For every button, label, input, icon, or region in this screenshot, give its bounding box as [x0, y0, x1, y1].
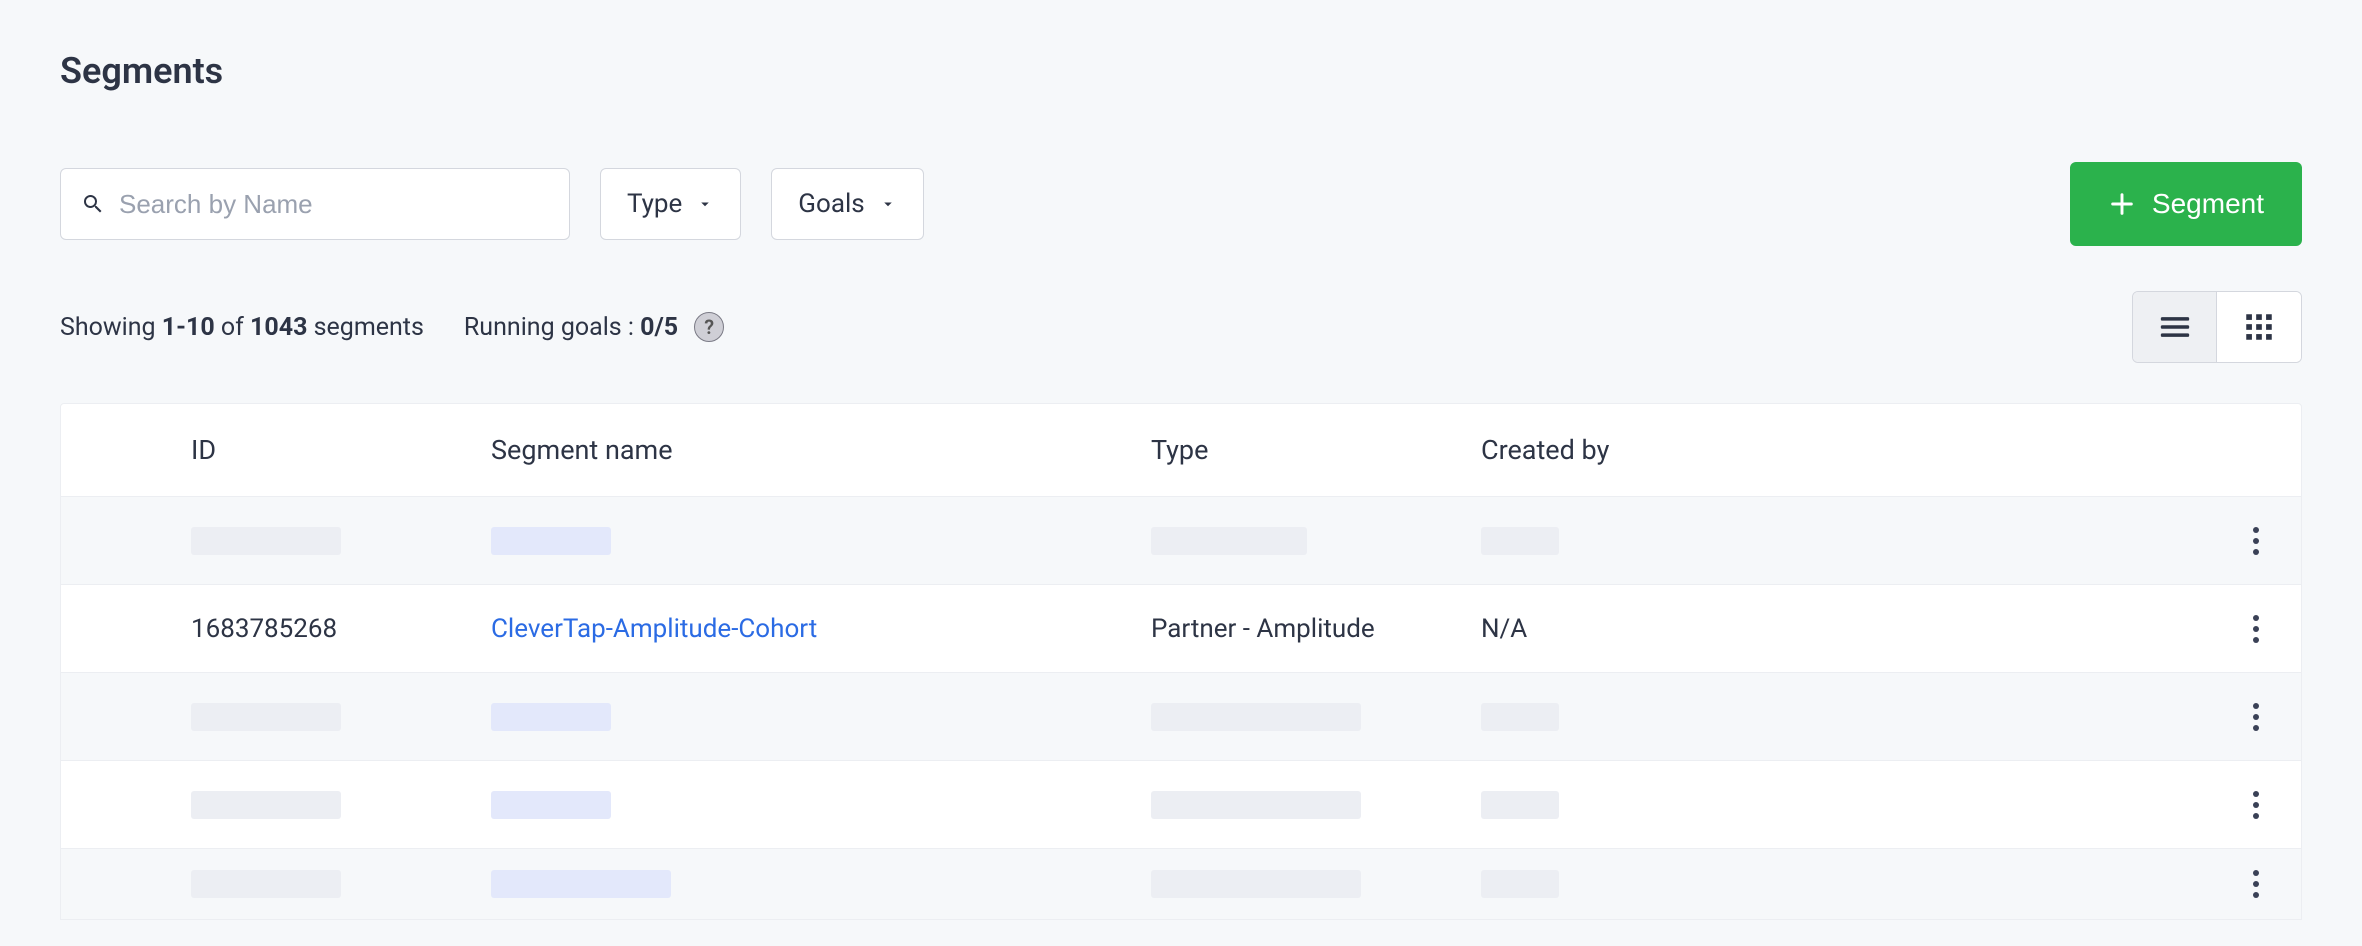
redacted-id: [191, 527, 341, 555]
type-filter-label: Type: [627, 189, 682, 219]
showing-range: 1-10: [162, 313, 215, 342]
th-created-by: Created by: [1481, 434, 2041, 466]
redacted-name: [491, 870, 671, 898]
segments-table: ID Segment name Type Created by 16837852…: [60, 403, 2302, 920]
grid-view-button[interactable]: [2217, 292, 2301, 362]
help-icon[interactable]: ?: [694, 312, 724, 342]
view-toggle: [2132, 291, 2302, 363]
row-actions-button[interactable]: [2211, 673, 2301, 760]
more-vertical-icon: [2252, 614, 2260, 644]
segment-name-link[interactable]: CleverTap-Amplitude-Cohort: [491, 614, 1151, 644]
running-goals-status: Running goals : 0/5 ?: [464, 312, 724, 342]
showing-suffix: segments: [307, 313, 423, 342]
redacted-id: [191, 870, 341, 898]
table-row: [61, 673, 2301, 761]
type-filter-dropdown[interactable]: Type: [600, 168, 741, 240]
more-vertical-icon: [2252, 790, 2260, 820]
th-id: ID: [61, 434, 491, 466]
showing-prefix: Showing: [60, 313, 162, 342]
th-segment-name: Segment name: [491, 434, 1151, 466]
table-row: 1683785268 CleverTap-Amplitude-Cohort Pa…: [61, 585, 2301, 673]
add-segment-button[interactable]: Segment: [2070, 162, 2302, 246]
showing-count: Showing 1-10 of 1043 segments: [60, 313, 424, 342]
redacted-id: [191, 703, 341, 731]
plus-icon: [2108, 190, 2136, 218]
row-actions-button[interactable]: [2211, 761, 2301, 848]
th-type: Type: [1151, 434, 1481, 466]
showing-total: 1043: [250, 313, 307, 342]
more-vertical-icon: [2252, 526, 2260, 556]
redacted-name: [491, 791, 611, 819]
table-row: [61, 761, 2301, 849]
search-wrap[interactable]: [60, 168, 570, 240]
redacted-created-by: [1481, 703, 1559, 731]
goals-filter-dropdown[interactable]: Goals: [771, 168, 923, 240]
td-type: Partner - Amplitude: [1151, 614, 1481, 644]
redacted-type: [1151, 527, 1307, 555]
grid-icon: [2242, 310, 2276, 344]
chevron-down-icon: [879, 195, 897, 213]
toolbar: Type Goals Segment: [60, 162, 2302, 246]
page-title: Segments: [60, 50, 2302, 92]
redacted-name: [491, 527, 611, 555]
status-row: Showing 1-10 of 1043 segments Running go…: [60, 291, 2302, 363]
goals-filter-label: Goals: [798, 189, 864, 219]
chevron-down-icon: [696, 195, 714, 213]
redacted-created-by: [1481, 870, 1559, 898]
redacted-name: [491, 703, 611, 731]
td-created-by: N/A: [1481, 614, 2041, 644]
redacted-created-by: [1481, 527, 1559, 555]
add-segment-label: Segment: [2152, 188, 2264, 220]
table-row: [61, 497, 2301, 585]
row-actions-button[interactable]: [2211, 497, 2301, 584]
list-icon: [2158, 310, 2192, 344]
td-id: 1683785268: [61, 614, 491, 644]
redacted-type: [1151, 703, 1361, 731]
search-input[interactable]: [119, 189, 549, 220]
redacted-created-by: [1481, 791, 1559, 819]
row-actions-button[interactable]: [2211, 585, 2301, 672]
more-vertical-icon: [2252, 702, 2260, 732]
search-icon: [81, 192, 105, 216]
redacted-type: [1151, 791, 1361, 819]
showing-of: of: [215, 313, 250, 342]
table-header: ID Segment name Type Created by: [61, 404, 2301, 497]
row-actions-button[interactable]: [2211, 849, 2301, 919]
table-row: [61, 849, 2301, 919]
redacted-id: [191, 791, 341, 819]
redacted-type: [1151, 870, 1361, 898]
running-goals-value: 0/5: [640, 313, 678, 342]
list-view-button[interactable]: [2133, 292, 2217, 362]
running-goals-label: Running goals :: [464, 313, 640, 342]
more-vertical-icon: [2252, 869, 2260, 899]
